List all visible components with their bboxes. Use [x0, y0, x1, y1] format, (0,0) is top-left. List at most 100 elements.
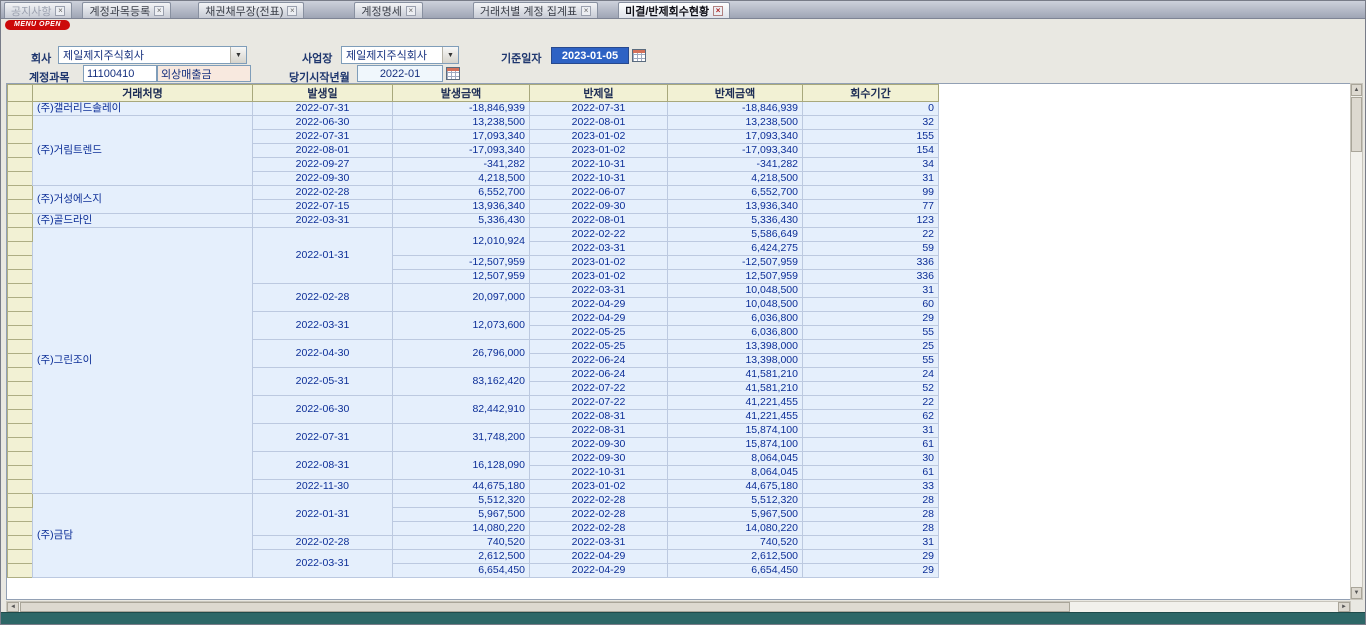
days-cell[interactable]: 22: [803, 228, 939, 242]
settle-amount-cell[interactable]: 41,221,455: [668, 396, 803, 410]
customer-cell[interactable]: (주)갤러리드솔레이: [33, 102, 253, 116]
settle-date-cell[interactable]: 2022-09-30: [530, 438, 668, 452]
occur-amount-cell[interactable]: 31,748,200: [393, 424, 530, 452]
settle-amount-cell[interactable]: -17,093,340: [668, 144, 803, 158]
settle-amount-cell[interactable]: 6,036,800: [668, 312, 803, 326]
occur-date-cell[interactable]: 2022-04-30: [253, 340, 393, 368]
days-cell[interactable]: 28: [803, 494, 939, 508]
row-selector[interactable]: [8, 396, 33, 410]
settle-amount-cell[interactable]: 10,048,500: [668, 284, 803, 298]
settle-date-cell[interactable]: 2022-07-31: [530, 102, 668, 116]
row-selector[interactable]: [8, 438, 33, 452]
occur-date-cell[interactable]: 2022-03-31: [253, 312, 393, 340]
days-cell[interactable]: 60: [803, 298, 939, 312]
row-selector[interactable]: [8, 172, 33, 186]
row-selector[interactable]: [8, 200, 33, 214]
row-selector[interactable]: [8, 256, 33, 270]
base-date-calendar-icon[interactable]: [632, 49, 646, 62]
row-selector[interactable]: [8, 186, 33, 200]
tab-3[interactable]: 채권채무장(전표)×: [198, 2, 304, 18]
settle-amount-cell[interactable]: 4,218,500: [668, 172, 803, 186]
row-selector[interactable]: [8, 102, 33, 116]
row-selector[interactable]: [8, 298, 33, 312]
occur-amount-cell[interactable]: 16,128,090: [393, 452, 530, 480]
col-header-settle-date[interactable]: 반제일: [530, 85, 668, 102]
scroll-down-icon[interactable]: ▼: [1351, 587, 1362, 599]
col-header-days[interactable]: 회수기간: [803, 85, 939, 102]
occur-date-cell[interactable]: 2022-02-28: [253, 186, 393, 200]
tab-close-icon[interactable]: ×: [713, 6, 723, 16]
settle-amount-cell[interactable]: 13,398,000: [668, 340, 803, 354]
settle-date-cell[interactable]: 2022-06-07: [530, 186, 668, 200]
settle-date-cell[interactable]: 2022-02-28: [530, 522, 668, 536]
occur-amount-cell[interactable]: 6,654,450: [393, 564, 530, 578]
settle-amount-cell[interactable]: 10,048,500: [668, 298, 803, 312]
settle-amount-cell[interactable]: 6,036,800: [668, 326, 803, 340]
settle-amount-cell[interactable]: -18,846,939: [668, 102, 803, 116]
days-cell[interactable]: 33: [803, 480, 939, 494]
days-cell[interactable]: 28: [803, 508, 939, 522]
scroll-right-icon[interactable]: ►: [1338, 602, 1350, 612]
days-cell[interactable]: 59: [803, 242, 939, 256]
occur-date-cell[interactable]: 2022-07-31: [253, 102, 393, 116]
start-month-calendar-icon[interactable]: [446, 67, 460, 80]
settle-amount-cell[interactable]: 17,093,340: [668, 130, 803, 144]
settle-amount-cell[interactable]: 6,424,275: [668, 242, 803, 256]
row-selector[interactable]: [8, 270, 33, 284]
days-cell[interactable]: 22: [803, 396, 939, 410]
occur-date-cell[interactable]: 2022-07-31: [253, 424, 393, 452]
settle-date-cell[interactable]: 2023-01-02: [530, 144, 668, 158]
settle-amount-cell[interactable]: 8,064,045: [668, 466, 803, 480]
settle-amount-cell[interactable]: 13,238,500: [668, 116, 803, 130]
settle-date-cell[interactable]: 2022-04-29: [530, 550, 668, 564]
tab-5[interactable]: 거래처별 계정 집계표×: [473, 2, 598, 18]
col-header-settle-amount[interactable]: 반제금액: [668, 85, 803, 102]
tab-4[interactable]: 계정명세×: [354, 2, 422, 18]
settle-date-cell[interactable]: 2022-09-30: [530, 200, 668, 214]
row-selector[interactable]: [8, 354, 33, 368]
row-selector[interactable]: [8, 382, 33, 396]
occur-amount-cell[interactable]: 82,442,910: [393, 396, 530, 424]
occur-amount-cell[interactable]: 83,162,420: [393, 368, 530, 396]
settle-amount-cell[interactable]: 5,586,649: [668, 228, 803, 242]
occur-amount-cell[interactable]: -18,846,939: [393, 102, 530, 116]
occur-amount-cell[interactable]: 12,010,924: [393, 228, 530, 256]
occur-date-cell[interactable]: 2022-11-30: [253, 480, 393, 494]
occur-amount-cell[interactable]: 5,512,320: [393, 494, 530, 508]
scroll-up-icon[interactable]: ▲: [1351, 84, 1362, 96]
days-cell[interactable]: 32: [803, 116, 939, 130]
settle-amount-cell[interactable]: -341,282: [668, 158, 803, 172]
days-cell[interactable]: 155: [803, 130, 939, 144]
settle-amount-cell[interactable]: 5,336,430: [668, 214, 803, 228]
row-selector[interactable]: [8, 242, 33, 256]
settle-amount-cell[interactable]: 8,064,045: [668, 452, 803, 466]
scroll-left-icon[interactable]: ◄: [7, 602, 19, 612]
settle-amount-cell[interactable]: 41,581,210: [668, 368, 803, 382]
occur-date-cell[interactable]: 2022-07-31: [253, 130, 393, 144]
settle-date-cell[interactable]: 2022-04-29: [530, 298, 668, 312]
occur-date-cell[interactable]: 2022-02-28: [253, 536, 393, 550]
occur-amount-cell[interactable]: 20,097,000: [393, 284, 530, 312]
settle-amount-cell[interactable]: 13,936,340: [668, 200, 803, 214]
settle-date-cell[interactable]: 2022-07-22: [530, 396, 668, 410]
occur-amount-cell[interactable]: 26,796,000: [393, 340, 530, 368]
settle-amount-cell[interactable]: 14,080,220: [668, 522, 803, 536]
days-cell[interactable]: 28: [803, 522, 939, 536]
row-selector[interactable]: [8, 228, 33, 242]
tab-close-icon[interactable]: ×: [406, 6, 416, 16]
col-header-occur-date[interactable]: 발생일: [253, 85, 393, 102]
settle-date-cell[interactable]: 2023-01-02: [530, 130, 668, 144]
occur-amount-cell[interactable]: 12,073,600: [393, 312, 530, 340]
row-selector[interactable]: [8, 130, 33, 144]
customer-cell[interactable]: (주)금담: [33, 494, 253, 578]
row-selector[interactable]: [8, 480, 33, 494]
base-date-input[interactable]: [551, 47, 629, 64]
occur-amount-cell[interactable]: -341,282: [393, 158, 530, 172]
row-selector[interactable]: [8, 508, 33, 522]
tab-6[interactable]: 미결/반제회수현황×: [618, 2, 730, 18]
settle-date-cell[interactable]: 2022-03-31: [530, 284, 668, 298]
days-cell[interactable]: 25: [803, 340, 939, 354]
occur-date-cell[interactable]: 2022-02-28: [253, 284, 393, 312]
row-selector[interactable]: [8, 326, 33, 340]
occur-date-cell[interactable]: 2022-09-27: [253, 158, 393, 172]
